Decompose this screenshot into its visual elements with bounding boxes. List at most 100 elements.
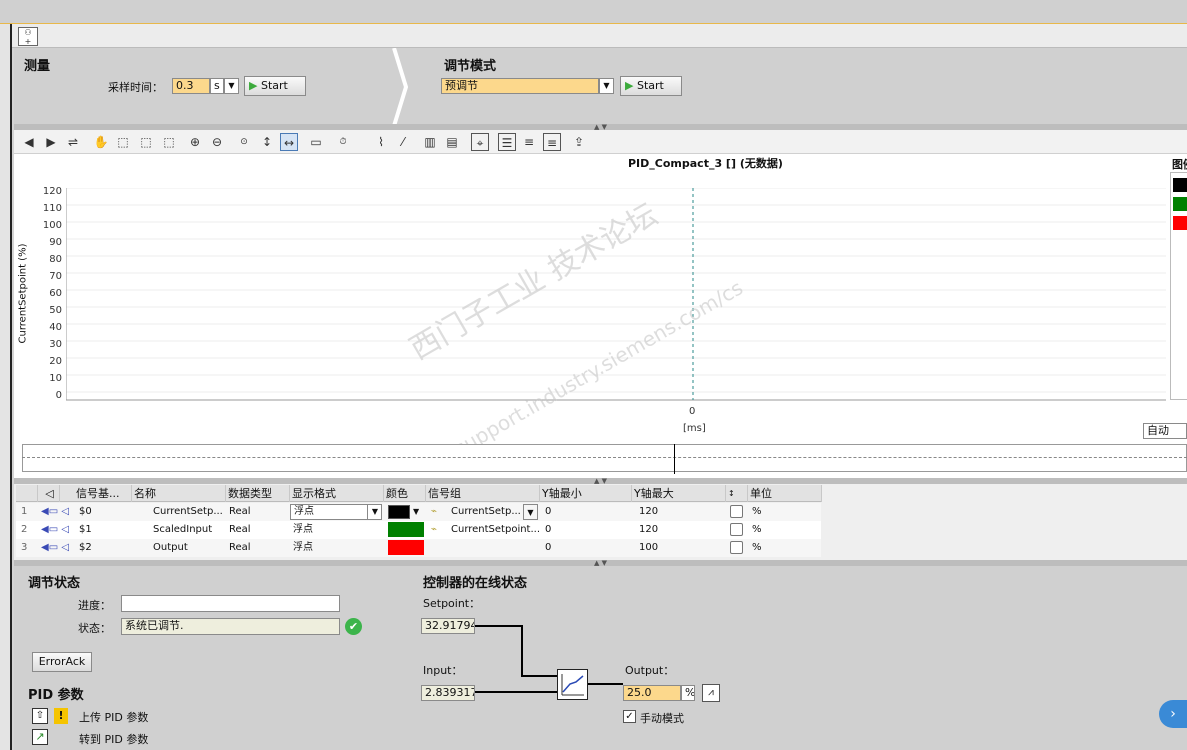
signal-format[interactable]: 浮点 — [290, 539, 313, 557]
progress-field — [121, 595, 340, 612]
left-window-edge — [0, 24, 12, 750]
y-min[interactable]: 0 — [542, 503, 551, 521]
back-icon[interactable]: ◀ — [20, 133, 38, 151]
play-icon: ▶ — [249, 79, 258, 92]
measure-toggle-icon[interactable]: ⚇ + — [18, 27, 38, 46]
zoom-x-icon[interactable]: ⬚ — [137, 133, 155, 151]
zoom-in-icon[interactable]: ⊕ — [186, 133, 204, 151]
scroll-icon[interactable]: ⇌ — [64, 133, 82, 151]
error-ack-button[interactable]: ErrorAck — [32, 652, 92, 672]
col-header[interactable]: Y轴最小 — [540, 485, 632, 502]
toolbar-strip — [0, 24, 1187, 48]
tuning-start-button[interactable]: ▶ Start — [620, 76, 682, 96]
zoom-area-icon[interactable]: ⬚ — [114, 133, 132, 151]
col-header[interactable]: Y轴最大 — [632, 485, 726, 502]
y-tick: 90 — [49, 237, 62, 248]
col-scale-icon[interactable]: ↕ — [726, 485, 748, 502]
signal-table-header: ◁ 信号基... 名称 数据类型 显示格式 颜色 信号组 Y轴最小 Y轴最大 ↕… — [16, 485, 822, 502]
link-icon: ⌁ — [431, 524, 438, 535]
measure-title: 测量 — [24, 59, 51, 74]
tuning-mode-dropdown[interactable]: ▼ — [599, 78, 614, 94]
scale-checkbox[interactable] — [730, 523, 743, 536]
format-dropdown-icon[interactable]: ▼ — [367, 504, 382, 520]
tuning-status-title: 调节状态 — [28, 576, 81, 591]
y-max[interactable]: 100 — [636, 539, 658, 557]
y-tick: 70 — [49, 271, 62, 282]
x-tick-zero: 0 — [689, 406, 696, 417]
signal-group[interactable]: CurrentSetp... — [448, 503, 522, 521]
manual-mode-checkbox[interactable]: ✓ — [623, 710, 636, 723]
color-swatch[interactable] — [388, 505, 410, 519]
sample-time-dropdown[interactable]: ▼ — [224, 78, 239, 94]
col-header[interactable]: 数据类型 — [226, 485, 290, 502]
signal-unit: % — [752, 524, 762, 535]
y-tick: 40 — [49, 322, 62, 333]
color-swatch[interactable] — [388, 522, 424, 537]
row-number: 3 — [21, 542, 28, 553]
warning-icon: ! — [54, 708, 68, 724]
sample-time-input[interactable]: 0.3 — [172, 78, 210, 94]
goto-icon[interactable]: ↗ — [32, 729, 48, 745]
align-left-icon[interactable]: ≡ — [520, 133, 538, 151]
upload-icon[interactable]: ⇧ — [32, 708, 48, 724]
y-tick: 30 — [49, 339, 62, 350]
zoom-100-icon[interactable]: ⊙ — [235, 133, 253, 151]
pan-hand-icon[interactable]: ✋ — [92, 133, 110, 151]
col-header[interactable]: 信号基... — [74, 485, 132, 502]
signal-name[interactable]: Output — [150, 539, 224, 557]
signal-type: Real — [229, 506, 251, 517]
col-header[interactable]: 单位 — [748, 485, 822, 502]
goto-pid-link[interactable]: 转到 PID 参数 — [79, 731, 148, 747]
y-min[interactable]: 0 — [542, 539, 551, 557]
top-bar — [0, 0, 1187, 24]
overview-strip — [22, 444, 1187, 472]
signal-type: Real — [229, 524, 251, 535]
time-icon[interactable]: ⏱ — [334, 133, 352, 151]
signal-name[interactable]: CurrentSetp... — [150, 503, 224, 521]
col-header[interactable]: 颜色 — [384, 485, 426, 502]
output-value[interactable]: 25.0 — [623, 685, 681, 701]
line-icon[interactable]: ⌇ — [372, 133, 390, 151]
signal-base[interactable]: $2 — [76, 539, 92, 557]
expand-panel-icon[interactable]: › — [1159, 700, 1187, 728]
y-tick: 20 — [49, 356, 62, 367]
col-header[interactable]: 名称 — [132, 485, 226, 502]
col-header[interactable]: 显示格式 — [290, 485, 384, 502]
color-swatch[interactable] — [388, 540, 424, 555]
upload-pid-link[interactable]: 上传 PID 参数 — [79, 709, 148, 725]
legend-swatch-red — [1173, 216, 1187, 230]
zoom-y-icon[interactable]: ⬚ — [160, 133, 178, 151]
diagonal-icon[interactable]: ⁄ — [394, 133, 412, 151]
y-min[interactable]: 0 — [542, 521, 551, 539]
scale-y-icon[interactable]: ↕ — [258, 133, 276, 151]
color-dropdown-icon[interactable]: ▼ — [410, 503, 419, 521]
controller-wiring — [475, 625, 623, 693]
measure-point-icon[interactable]: ⌖ — [471, 133, 489, 151]
signal-name[interactable]: ScaledInput — [150, 521, 224, 539]
scale-checkbox[interactable] — [730, 541, 743, 554]
scale-checkbox[interactable] — [730, 505, 743, 518]
legend-mode-select[interactable]: 自动 — [1143, 423, 1187, 439]
zoom-out-icon[interactable]: ⊖ — [208, 133, 226, 151]
manual-output-icon[interactable]: ⩘ — [702, 684, 720, 702]
split-v-icon[interactable]: ▥ — [421, 133, 439, 151]
scale-x-icon[interactable]: ↔ — [280, 133, 298, 151]
fit-icon[interactable]: ▭ — [307, 133, 325, 151]
y-max[interactable]: 120 — [636, 521, 658, 539]
signal-group[interactable]: CurrentSetpoint... — [448, 521, 540, 539]
forward-icon[interactable]: ▶ — [42, 133, 60, 151]
y-tick: 80 — [49, 254, 62, 265]
tuning-mode-select[interactable]: 预调节 — [441, 78, 599, 94]
split-h-icon[interactable]: ▤ — [443, 133, 461, 151]
export-icon[interactable]: ⇪ — [570, 133, 588, 151]
col-header[interactable]: 信号组 — [426, 485, 540, 502]
signal-format[interactable]: 浮点 — [290, 521, 313, 539]
group-dropdown-icon[interactable]: ▼ — [523, 504, 538, 520]
y-max[interactable]: 120 — [636, 503, 658, 521]
list-icon[interactable]: ☰ — [498, 133, 516, 151]
signal-base[interactable]: $1 — [76, 521, 92, 539]
signal-base[interactable]: $0 — [76, 503, 92, 521]
measure-start-button[interactable]: ▶ Start — [244, 76, 306, 96]
overview-marker[interactable] — [674, 444, 675, 474]
align-right-icon[interactable]: ≡ — [543, 133, 561, 151]
